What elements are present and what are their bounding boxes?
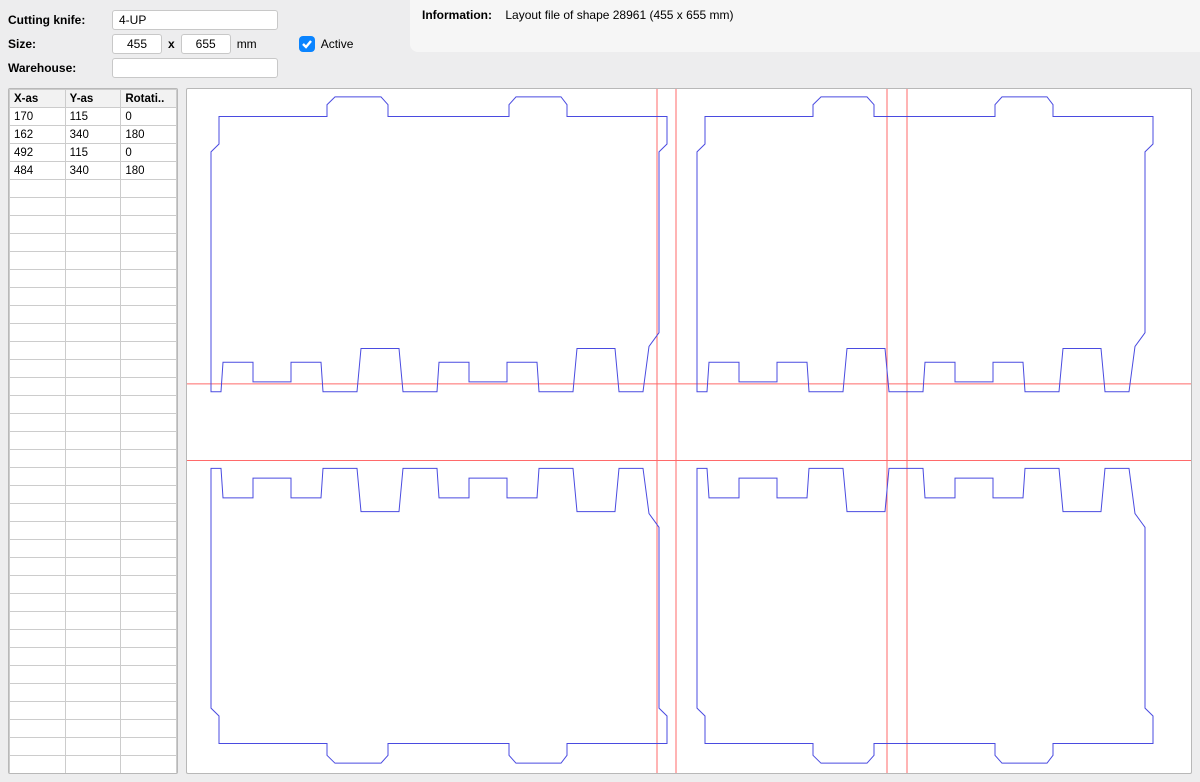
label-x-separator: x [162, 37, 181, 51]
table-row[interactable]: 4921150 [10, 144, 177, 162]
table-row[interactable] [10, 180, 177, 198]
table-row[interactable] [10, 594, 177, 612]
table-row[interactable] [10, 270, 177, 288]
table-row[interactable] [10, 504, 177, 522]
table-row[interactable] [10, 432, 177, 450]
information-value: Layout file of shape 28961 (455 x 655 mm… [505, 8, 733, 22]
table-row[interactable] [10, 414, 177, 432]
input-size-width[interactable] [112, 34, 162, 54]
table-row[interactable] [10, 648, 177, 666]
table-row[interactable] [10, 486, 177, 504]
input-warehouse[interactable] [112, 58, 278, 78]
information-panel: Information: Layout file of shape 28961 … [410, 0, 1200, 52]
table-row[interactable] [10, 360, 177, 378]
label-warehouse: Warehouse: [8, 61, 112, 75]
table-row[interactable] [10, 198, 177, 216]
table-row[interactable] [10, 612, 177, 630]
table-row[interactable] [10, 720, 177, 738]
table-row[interactable] [10, 558, 177, 576]
table-row[interactable] [10, 378, 177, 396]
table-row[interactable] [10, 396, 177, 414]
label-cutting-knife: Cutting knife: [8, 13, 112, 27]
table-row[interactable] [10, 630, 177, 648]
label-information: Information: [422, 8, 502, 22]
label-size: Size: [8, 37, 112, 51]
table-row[interactable] [10, 576, 177, 594]
table-row[interactable] [10, 738, 177, 756]
label-unit-mm: mm [231, 37, 257, 51]
table-row[interactable] [10, 252, 177, 270]
table-row[interactable] [10, 468, 177, 486]
table-row[interactable] [10, 450, 177, 468]
table-header[interactable]: X-as [10, 90, 66, 108]
table-row[interactable] [10, 774, 177, 775]
table-row[interactable]: 484340180 [10, 162, 177, 180]
table-row[interactable] [10, 702, 177, 720]
table-row[interactable] [10, 666, 177, 684]
table-row[interactable] [10, 234, 177, 252]
table-row[interactable] [10, 324, 177, 342]
checkbox-active[interactable]: Active [299, 36, 354, 52]
table-header[interactable]: Y-as [65, 90, 121, 108]
table-row[interactable] [10, 342, 177, 360]
label-active: Active [321, 37, 354, 51]
table-row[interactable] [10, 540, 177, 558]
table-row[interactable] [10, 756, 177, 774]
form-panel: Cutting knife: Size: x mm Active Warehou… [0, 0, 410, 88]
input-size-height[interactable] [181, 34, 231, 54]
input-cutting-knife[interactable] [112, 10, 278, 30]
table-row[interactable]: 162340180 [10, 126, 177, 144]
layout-canvas[interactable] [186, 88, 1192, 774]
table-row[interactable] [10, 216, 177, 234]
table-row[interactable] [10, 684, 177, 702]
table-header[interactable]: Rotati.. [121, 90, 177, 108]
positions-table[interactable]: X-asY-asRotati..170115016234018049211504… [8, 88, 178, 774]
table-row[interactable] [10, 522, 177, 540]
checkmark-icon [299, 36, 315, 52]
table-row[interactable]: 1701150 [10, 108, 177, 126]
table-row[interactable] [10, 306, 177, 324]
table-row[interactable] [10, 288, 177, 306]
